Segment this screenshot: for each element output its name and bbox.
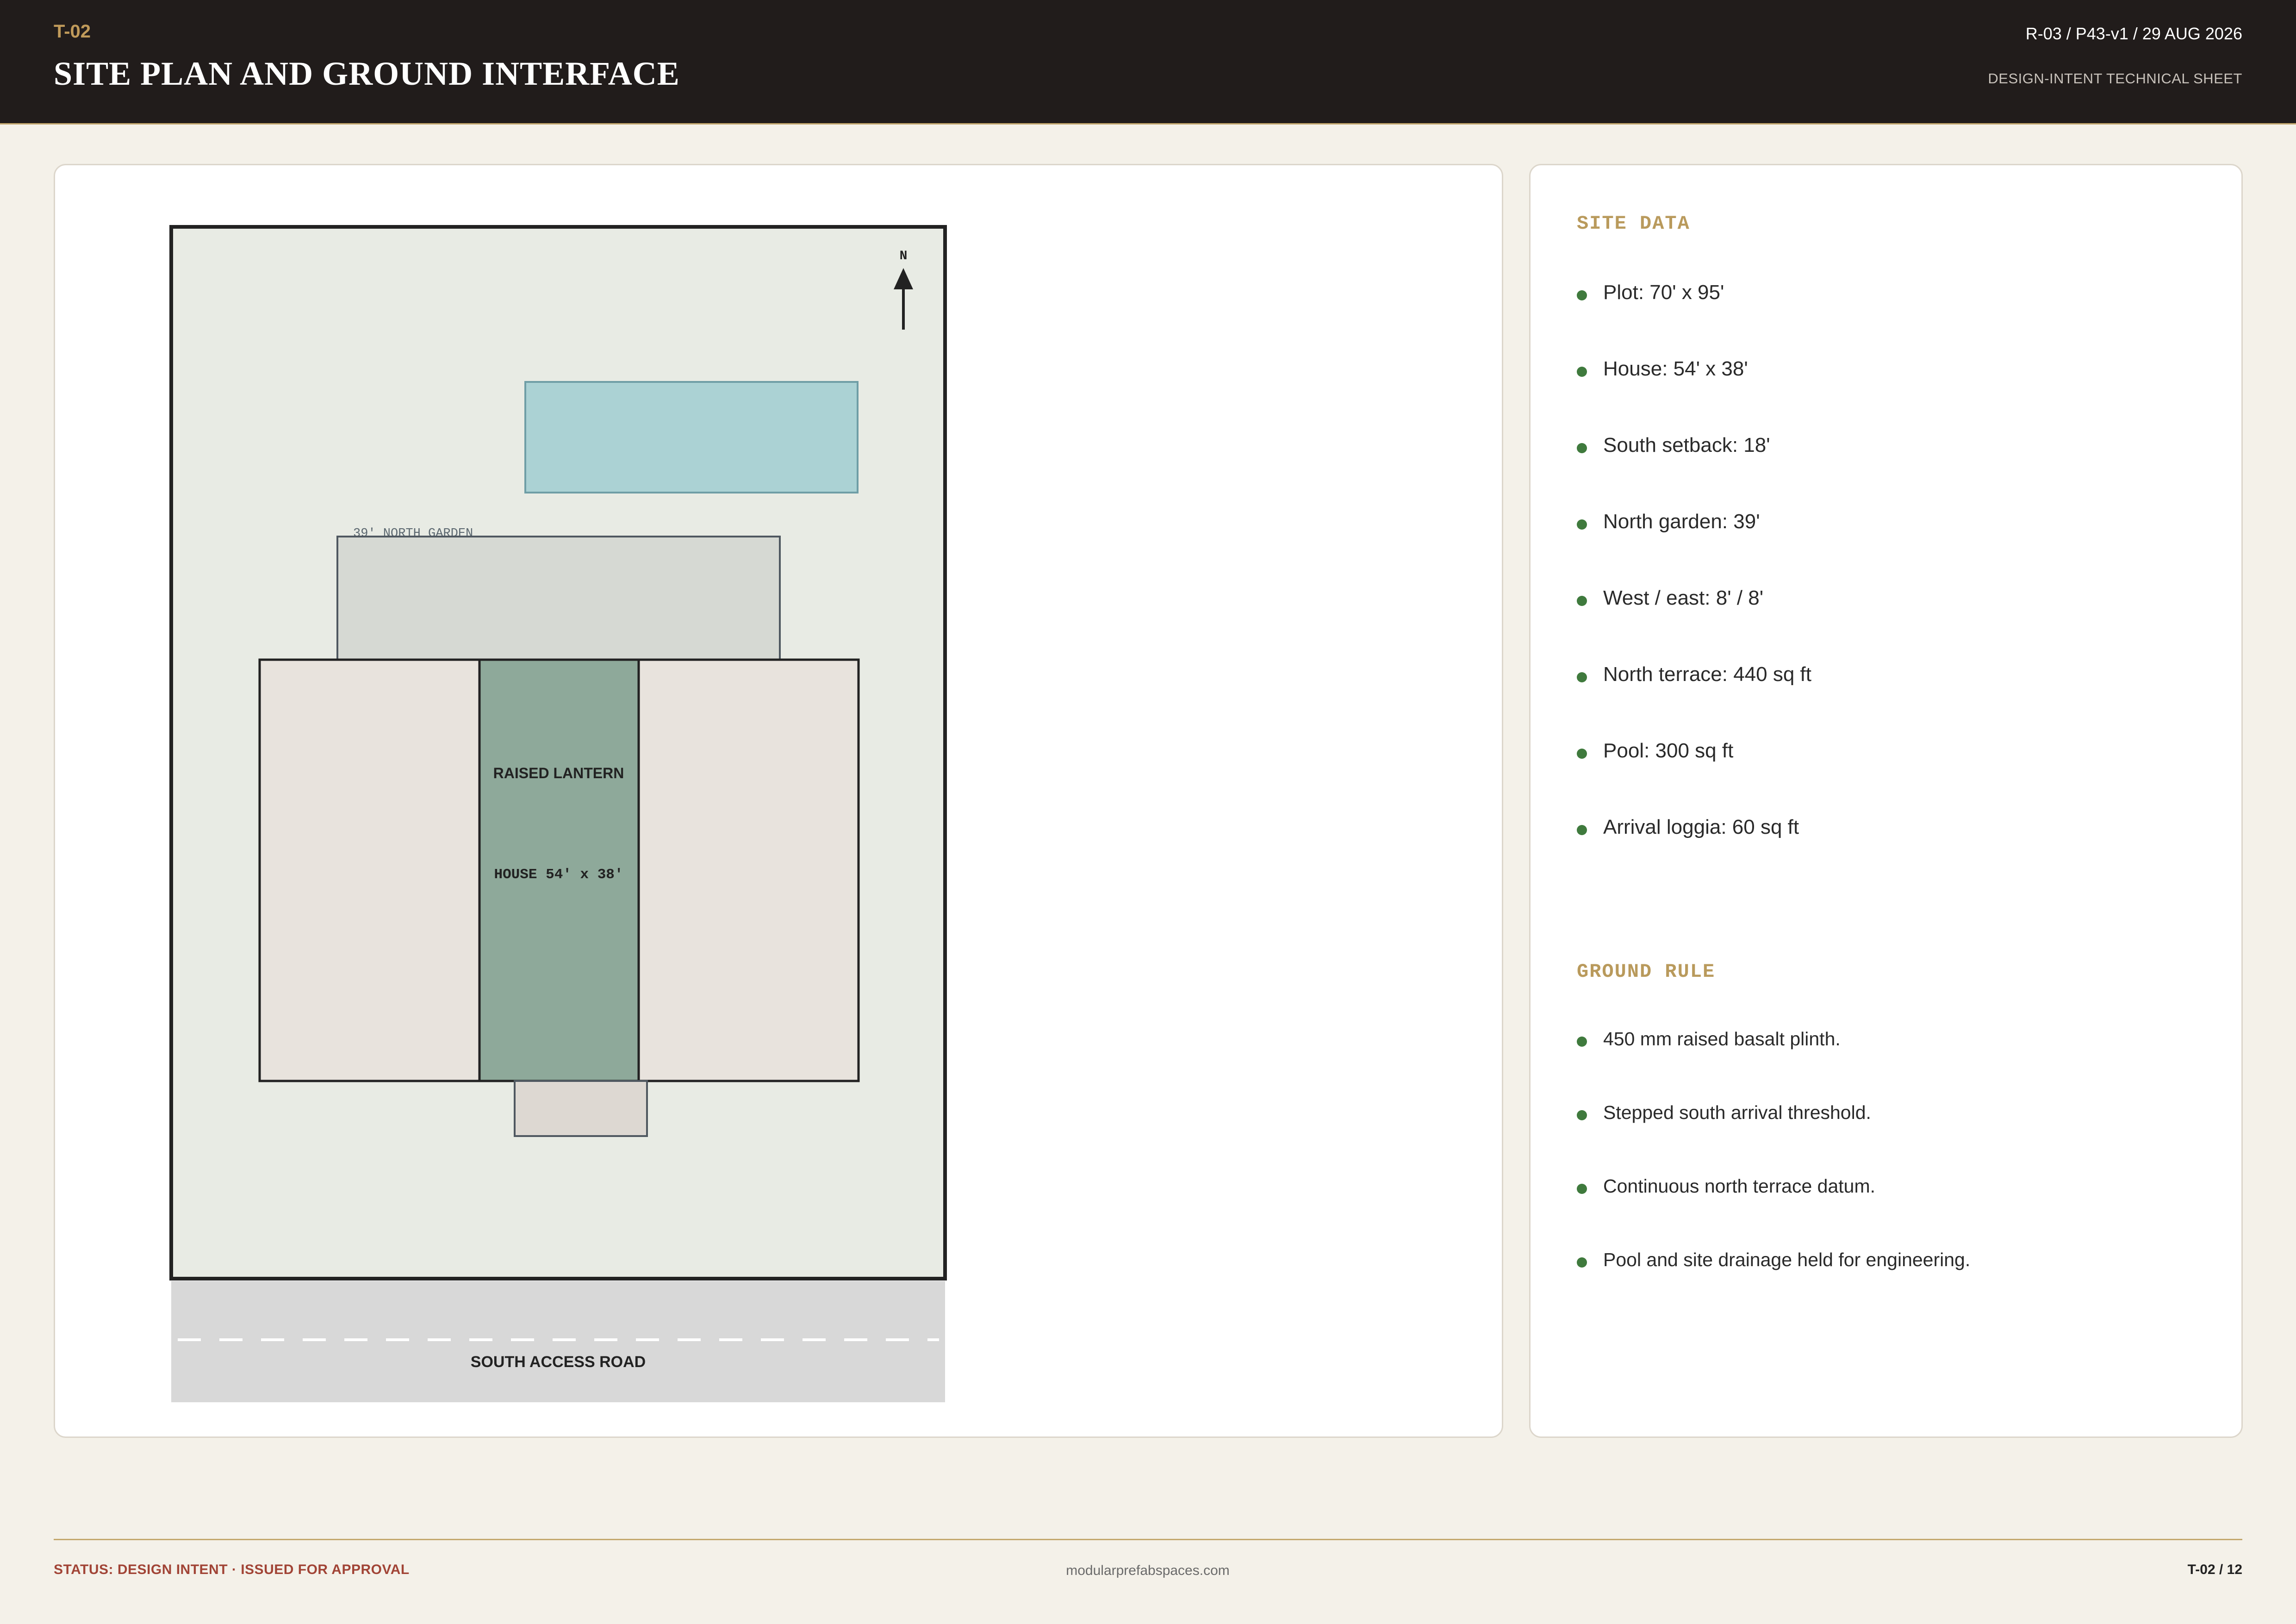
list-item-text: South setback: 18' (1603, 434, 1770, 456)
south-access-road (171, 1281, 945, 1402)
bullet-icon (1577, 1110, 1587, 1120)
bullet-icon (1577, 519, 1587, 530)
bullet-icon (1577, 596, 1587, 606)
revision-meta: R-03 / P43-v1 / 29 AUG 2026 (2025, 24, 2242, 43)
footer-divider (54, 1539, 2242, 1540)
website-text: modularprefabspaces.com (1066, 1563, 1230, 1578)
page-number: T-02 / 12 (2187, 1562, 2242, 1577)
list-item-text: North garden: 39' (1603, 510, 1760, 533)
bullet-icon (1577, 1037, 1587, 1047)
north-label: N (900, 249, 908, 263)
sheet-title: SITE PLAN AND GROUND INTERFACE (54, 55, 680, 92)
ground-rule-heading: GROUND RULE (1577, 961, 1716, 983)
site-data-panel: SITE DATA Plot: 70' x 95' House: 54' x 3… (1529, 164, 2243, 1438)
bullet-icon (1577, 1184, 1587, 1194)
site-data-heading: SITE DATA (1577, 212, 1690, 235)
sheet-code: T-02 (54, 21, 91, 42)
lantern-label: RAISED LANTERN (493, 765, 624, 781)
sheet-subtitle: DESIGN-INTENT TECHNICAL SHEET (1988, 70, 2242, 87)
house-east-wing (637, 658, 860, 1082)
list-item-text: House: 54' x 38' (1603, 357, 1748, 380)
bullet-icon (1577, 672, 1587, 682)
list-item-text: Pool and site drainage held for engineer… (1603, 1249, 1971, 1270)
list-item-text: Pool: 300 sq ft (1603, 739, 1734, 762)
list-item-text: North terrace: 440 sq ft (1603, 663, 1811, 686)
bullet-icon (1577, 1257, 1587, 1268)
north-terrace (336, 536, 781, 661)
bullet-icon (1577, 749, 1587, 759)
status-text: STATUS: DESIGN INTENT · ISSUED FOR APPRO… (54, 1562, 410, 1577)
bullet-icon (1577, 825, 1587, 835)
house-west-wing (258, 658, 481, 1082)
bullet-icon (1577, 367, 1587, 377)
bullet-icon (1577, 290, 1587, 300)
pool (524, 381, 859, 493)
list-item-text: West / east: 8' / 8' (1603, 587, 1764, 609)
house-label: HOUSE 54' x 38' (494, 867, 623, 883)
list-item-text: Plot: 70' x 95' (1603, 281, 1724, 304)
arrival-loggia (514, 1080, 648, 1137)
list-item-text: Continuous north terrace datum. (1603, 1175, 1875, 1197)
sheet-header: T-02 SITE PLAN AND GROUND INTERFACE R-03… (0, 0, 2296, 125)
bullet-icon (1577, 443, 1587, 453)
list-item-text: Arrival loggia: 60 sq ft (1603, 816, 1799, 838)
list-item-text: 450 mm raised basalt plinth. (1603, 1028, 1841, 1049)
road-label: SOUTH ACCESS ROAD (471, 1353, 646, 1371)
site-plan-drawing: SOUTH ACCESS ROAD N 39' NORTH GARDEN RAI… (169, 225, 947, 1402)
site-plan-panel: SOUTH ACCESS ROAD N 39' NORTH GARDEN RAI… (54, 164, 1503, 1438)
list-item-text: Stepped south arrival threshold. (1603, 1102, 1871, 1123)
